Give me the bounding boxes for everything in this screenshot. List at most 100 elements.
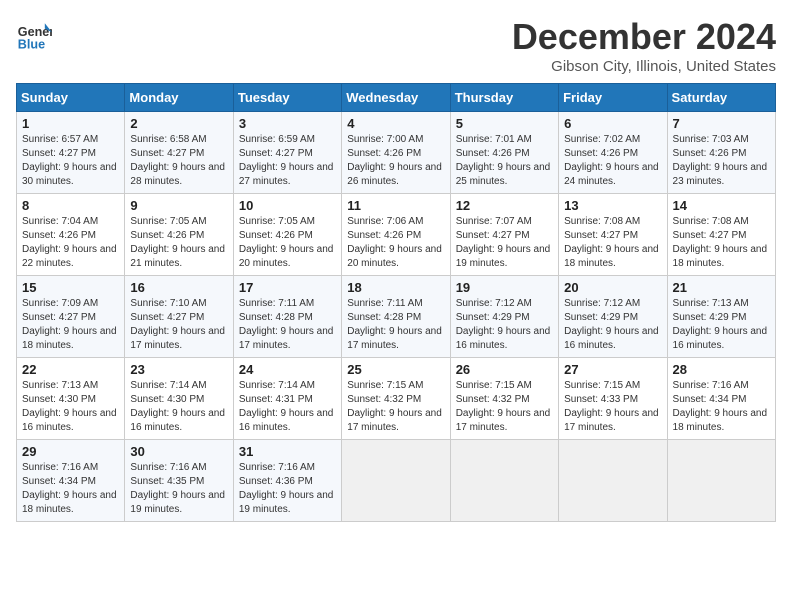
cell-sun-info: Sunrise: 7:05 AMSunset: 4:26 PMDaylight:… (130, 215, 227, 271)
calendar-cell: 14Sunrise: 7:08 AMSunset: 4:27 PMDayligh… (667, 194, 775, 276)
calendar-cell: 19 Sunrise: 7:12 AMSunset: 4:29 PMDayligh… (450, 276, 558, 358)
calendar-cell: 25Sunrise: 7:15 AMSunset: 4:32 PMDayligh… (342, 358, 450, 440)
calendar-cell: 1 Sunrise: 6:57 AMSunset: 4:27 PMDaylight… (17, 112, 125, 194)
day-number: 16 (130, 280, 227, 295)
calendar-cell: 9 Sunrise: 7:05 AMSunset: 4:26 PMDaylight… (125, 194, 233, 276)
calendar-cell: 16Sunrise: 7:10 AMSunset: 4:27 PMDayligh… (125, 276, 233, 358)
cell-sun-info: Sunrise: 7:13 AMSunset: 4:30 PMDaylight:… (22, 379, 119, 435)
day-number: 13 (564, 198, 661, 213)
day-number: 30 (130, 444, 227, 459)
calendar-cell: 13 Sunrise: 7:08 AMSunset: 4:27 PMDayligh… (559, 194, 667, 276)
day-number: 14 (673, 198, 770, 213)
day-number: 11 (347, 198, 444, 213)
day-number: 18 (347, 280, 444, 295)
day-number: 31 (239, 444, 336, 459)
calendar-cell: 8 Sunrise: 7:04 AMSunset: 4:26 PMDaylight… (17, 194, 125, 276)
day-number: 12 (456, 198, 553, 213)
calendar-cell (342, 440, 450, 522)
calendar-cell: 11 Sunrise: 7:06 AMSunset: 4:26 PMDayligh… (342, 194, 450, 276)
weekday-header-thursday: Thursday (450, 84, 558, 112)
calendar-cell: 26 Sunrise: 7:15 AMSunset: 4:32 PMDayligh… (450, 358, 558, 440)
calendar-week-2: 8 Sunrise: 7:04 AMSunset: 4:26 PMDaylight… (17, 194, 776, 276)
calendar-cell: 3 Sunrise: 6:59 AMSunset: 4:27 PMDaylight… (233, 112, 341, 194)
cell-sun-info: Sunrise: 7:04 AMSunset: 4:26 PMDaylight:… (22, 215, 119, 271)
logo-icon: General Blue (16, 16, 52, 52)
day-number: 9 (130, 198, 227, 213)
day-number: 25 (347, 362, 444, 377)
cell-sun-info: Sunrise: 7:15 AMSunset: 4:33 PMDaylight:… (564, 379, 661, 435)
weekday-header-saturday: Saturday (667, 84, 775, 112)
title-area: December 2024 Gibson City, Illinois, Uni… (512, 16, 776, 75)
calendar-week-3: 15 Sunrise: 7:09 AMSunset: 4:27 PMDayligh… (17, 276, 776, 358)
weekday-header-sunday: Sunday (17, 84, 125, 112)
calendar-cell: 24 Sunrise: 7:14 AMSunset: 4:31 PMDayligh… (233, 358, 341, 440)
day-number: 22 (22, 362, 119, 377)
calendar-cell: 21 Sunrise: 7:13 AMSunset: 4:29 PMDayligh… (667, 276, 775, 358)
day-number: 26 (456, 362, 553, 377)
svg-text:Blue: Blue (18, 37, 45, 51)
cell-sun-info: Sunrise: 6:59 AMSunset: 4:27 PMDaylight:… (239, 133, 336, 189)
day-number: 21 (673, 280, 770, 295)
cell-sun-info: Sunrise: 7:07 AMSunset: 4:27 PMDaylight:… (456, 215, 553, 271)
calendar-cell: 2Sunrise: 6:58 AMSunset: 4:27 PMDaylight… (125, 112, 233, 194)
day-number: 15 (22, 280, 119, 295)
day-number: 17 (239, 280, 336, 295)
day-number: 3 (239, 116, 336, 131)
day-number: 5 (456, 116, 553, 131)
month-title: December 2024 (512, 16, 776, 58)
calendar-cell: 28Sunrise: 7:16 AMSunset: 4:34 PMDayligh… (667, 358, 775, 440)
cell-sun-info: Sunrise: 7:08 AMSunset: 4:27 PMDaylight:… (564, 215, 661, 271)
cell-sun-info: Sunrise: 7:12 AMSunset: 4:29 PMDaylight:… (456, 297, 553, 353)
day-number: 6 (564, 116, 661, 131)
calendar-cell: 12 Sunrise: 7:07 AMSunset: 4:27 PMDayligh… (450, 194, 558, 276)
day-number: 28 (673, 362, 770, 377)
calendar-cell: 22 Sunrise: 7:13 AMSunset: 4:30 PMDayligh… (17, 358, 125, 440)
calendar-week-1: 1 Sunrise: 6:57 AMSunset: 4:27 PMDaylight… (17, 112, 776, 194)
weekday-header-monday: Monday (125, 84, 233, 112)
cell-sun-info: Sunrise: 6:57 AMSunset: 4:27 PMDaylight:… (22, 133, 119, 189)
cell-sun-info: Sunrise: 7:02 AMSunset: 4:26 PMDaylight:… (564, 133, 661, 189)
calendar-cell: 23Sunrise: 7:14 AMSunset: 4:30 PMDayligh… (125, 358, 233, 440)
day-number: 2 (130, 116, 227, 131)
cell-sun-info: Sunrise: 7:13 AMSunset: 4:29 PMDaylight:… (673, 297, 770, 353)
day-number: 29 (22, 444, 119, 459)
day-number: 20 (564, 280, 661, 295)
cell-sun-info: Sunrise: 7:15 AMSunset: 4:32 PMDaylight:… (456, 379, 553, 435)
weekday-header-tuesday: Tuesday (233, 84, 341, 112)
calendar-cell: 31 Sunrise: 7:16 AMSunset: 4:36 PMDayligh… (233, 440, 341, 522)
cell-sun-info: Sunrise: 7:12 AMSunset: 4:29 PMDaylight:… (564, 297, 661, 353)
calendar-cell (667, 440, 775, 522)
day-number: 8 (22, 198, 119, 213)
cell-sun-info: Sunrise: 7:14 AMSunset: 4:31 PMDaylight:… (239, 379, 336, 435)
calendar-cell: 4Sunrise: 7:00 AMSunset: 4:26 PMDaylight… (342, 112, 450, 194)
cell-sun-info: Sunrise: 7:09 AMSunset: 4:27 PMDaylight:… (22, 297, 119, 353)
calendar-cell (559, 440, 667, 522)
calendar-cell (450, 440, 558, 522)
calendar-cell: 5 Sunrise: 7:01 AMSunset: 4:26 PMDaylight… (450, 112, 558, 194)
weekday-header-wednesday: Wednesday (342, 84, 450, 112)
calendar-week-5: 29 Sunrise: 7:16 AMSunset: 4:34 PMDayligh… (17, 440, 776, 522)
cell-sun-info: Sunrise: 7:16 AMSunset: 4:34 PMDaylight:… (22, 461, 119, 517)
calendar-cell: 6 Sunrise: 7:02 AMSunset: 4:26 PMDaylight… (559, 112, 667, 194)
calendar-cell: 18 Sunrise: 7:11 AMSunset: 4:28 PMDayligh… (342, 276, 450, 358)
cell-sun-info: Sunrise: 7:16 AMSunset: 4:36 PMDaylight:… (239, 461, 336, 517)
calendar-cell: 15 Sunrise: 7:09 AMSunset: 4:27 PMDayligh… (17, 276, 125, 358)
day-number: 7 (673, 116, 770, 131)
cell-sun-info: Sunrise: 7:06 AMSunset: 4:26 PMDaylight:… (347, 215, 444, 271)
day-number: 24 (239, 362, 336, 377)
day-number: 19 (456, 280, 553, 295)
day-number: 1 (22, 116, 119, 131)
cell-sun-info: Sunrise: 7:11 AMSunset: 4:28 PMDaylight:… (347, 297, 444, 353)
calendar-week-4: 22 Sunrise: 7:13 AMSunset: 4:30 PMDayligh… (17, 358, 776, 440)
cell-sun-info: Sunrise: 7:16 AMSunset: 4:35 PMDaylight:… (130, 461, 227, 517)
day-number: 4 (347, 116, 444, 131)
calendar-header-row: SundayMondayTuesdayWednesdayThursdayFrid… (17, 84, 776, 112)
calendar-cell: 30 Sunrise: 7:16 AMSunset: 4:35 PMDayligh… (125, 440, 233, 522)
calendar-cell: 17 Sunrise: 7:11 AMSunset: 4:28 PMDayligh… (233, 276, 341, 358)
calendar-table: SundayMondayTuesdayWednesdayThursdayFrid… (16, 83, 776, 522)
cell-sun-info: Sunrise: 7:01 AMSunset: 4:26 PMDaylight:… (456, 133, 553, 189)
weekday-header-friday: Friday (559, 84, 667, 112)
day-number: 10 (239, 198, 336, 213)
cell-sun-info: Sunrise: 7:11 AMSunset: 4:28 PMDaylight:… (239, 297, 336, 353)
location: Gibson City, Illinois, United States (512, 58, 776, 75)
